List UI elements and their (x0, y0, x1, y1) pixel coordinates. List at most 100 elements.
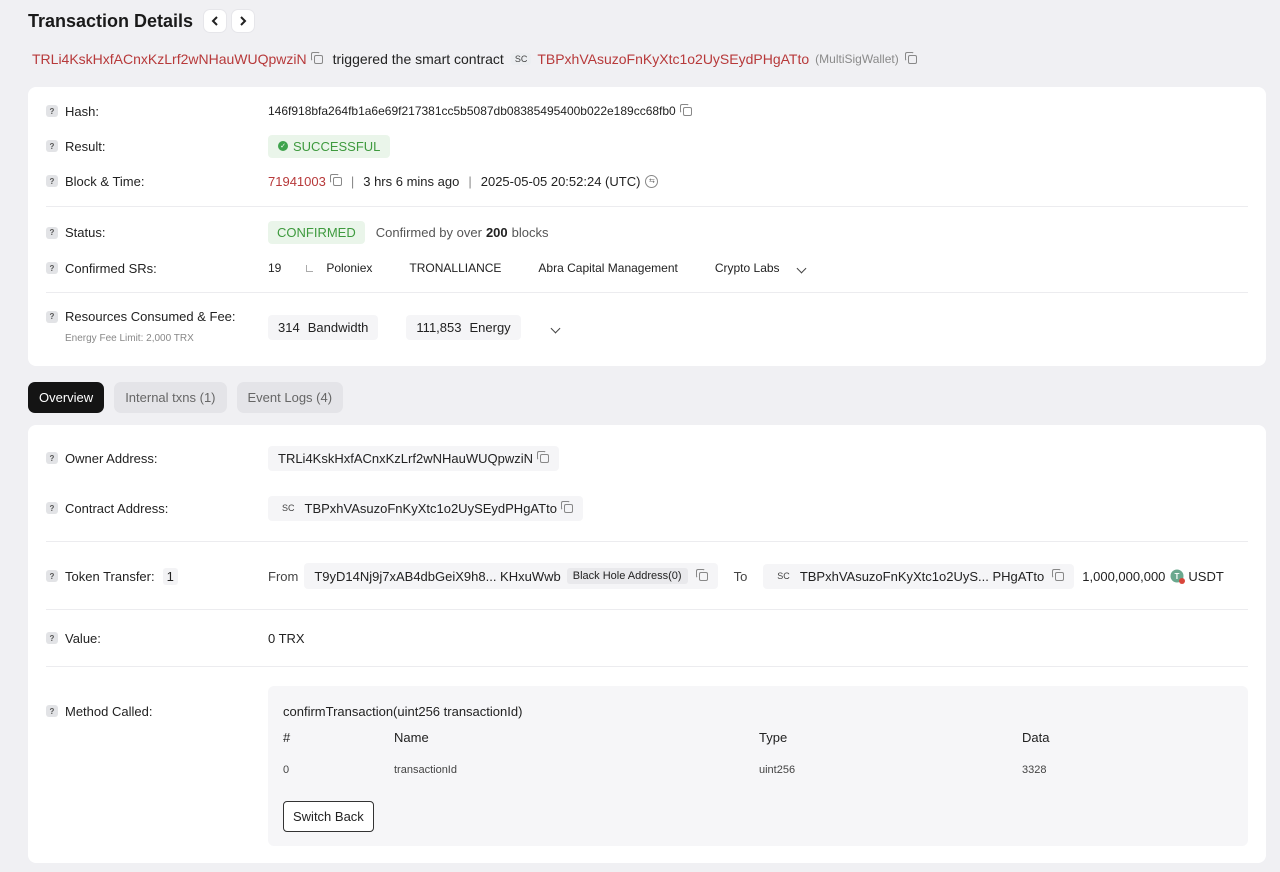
timezone-toggle-icon[interactable]: ⇆ (645, 174, 659, 188)
divider: | (468, 173, 472, 189)
help-icon[interactable]: ? (46, 502, 58, 514)
help-icon[interactable]: ? (46, 452, 58, 464)
transfer-amount: 1,000,000,000 (1082, 568, 1166, 584)
help-icon[interactable]: ? (46, 140, 58, 152)
copy-icon[interactable] (310, 51, 323, 64)
tab-internal-txns[interactable]: Internal txns (1) (114, 382, 227, 413)
copy-icon[interactable] (695, 568, 708, 581)
chevron-down-icon (796, 263, 806, 274)
chevron-down-icon (550, 323, 561, 334)
tab-event-logs[interactable]: Event Logs (4) (236, 382, 344, 413)
copy-icon[interactable] (329, 173, 342, 186)
help-icon[interactable]: ? (46, 570, 58, 582)
divider (46, 541, 1248, 542)
tab-overview[interactable]: Overview (28, 382, 105, 413)
black-hole-tag: Black Hole Address(0) (566, 568, 688, 584)
result-row: ? Result: ✓ SUCCESSFUL (46, 134, 1248, 158)
to-address-value[interactable]: TBPxhVAsuzoFnKyXtc1o2UyS... PHgATto (800, 569, 1044, 584)
contract-address-value[interactable]: TBPxhVAsuzoFnKyXtc1o2UySEydPHgATto (305, 501, 557, 516)
status-row: ? Status: CONFIRMED Confirmed by over 200… (46, 221, 1248, 244)
copy-icon[interactable] (537, 450, 549, 463)
copy-icon[interactable] (560, 500, 573, 513)
next-transaction-button[interactable] (232, 10, 255, 32)
help-icon[interactable]: ? (46, 632, 58, 644)
copy-icon[interactable] (904, 51, 917, 64)
smart-contract-tag: SC (510, 53, 532, 65)
overview-card: ? Owner Address: TRLi4KskHxfACnxKzLrf2wNH… (28, 425, 1266, 863)
help-icon[interactable]: ? (46, 175, 58, 187)
from-address-chip: T9yD14Nj9j7xAB4dbGeiX9h8... KHxuWwb Blac… (304, 563, 718, 589)
sr-name[interactable]: Poloniex (326, 261, 372, 275)
help-icon[interactable]: ? (46, 262, 58, 274)
resources-row: ? Resources Consumed & Fee: Energy Fee Li… (46, 309, 1248, 345)
transaction-details-page: Transaction Details TRLi4KskHxfACnxKzLrf… (0, 0, 1280, 872)
token-transfer-label: Token Transfer: (65, 568, 155, 584)
token-symbol[interactable]: USDT (1188, 569, 1223, 584)
action-text: triggered the smart contract (332, 51, 504, 67)
energy-chip: 111,853 Energy (406, 315, 521, 340)
divider (46, 292, 1248, 293)
token-transfer-row: ? Token Transfer: 1 From T9yD14Nj9j7xAB4db… (46, 561, 1248, 591)
method-called-label: Method Called: (65, 703, 153, 719)
divider: | (350, 173, 355, 189)
contract-name: (MultiSigWallet) (815, 52, 899, 66)
to-address-chip: SC TBPxhVAsuzoFnKyXtc1o2UyS... PHgATto (763, 563, 1075, 589)
bandwidth-label: Bandwidth (307, 320, 369, 335)
hash-row: ? Hash: 146f918bfa264fb1a6e69f217381cc5b5… (46, 103, 1248, 119)
detail-tabs: Overview Internal txns (1) Event Logs (4… (28, 382, 344, 413)
chevron-left-icon (211, 16, 218, 26)
copy-icon[interactable] (1052, 568, 1065, 581)
owner-address-value[interactable]: TRLi4KskHxfACnxKzLrf2wNHauWUQpwziN (278, 451, 533, 466)
switch-back-button[interactable]: Switch Back (283, 801, 374, 832)
summary-card: ? Hash: 146f918bfa264fb1a6e69f217381cc5b5… (28, 87, 1266, 366)
method-called-panel: confirmTransaction(uint256 transactionId… (268, 686, 1248, 846)
help-icon[interactable]: ? (46, 705, 58, 717)
hash-label: Hash: (65, 103, 99, 119)
confirmed-prefix: Confirmed by over (375, 225, 482, 240)
owner-address-chip: TRLi4KskHxfACnxKzLrf2wNHauWUQpwziN (268, 445, 559, 471)
block-number-link[interactable]: 71941003 (268, 174, 326, 189)
contract-address-link[interactable]: TBPxhVAsuzoFnKyXtc1o2UySEydPHgATto (537, 51, 809, 67)
resources-label: Resources Consumed & Fee: (65, 309, 236, 324)
from-address-value[interactable]: T9yD14Nj9j7xAB4dbGeiX9h8... KHxuWwb (314, 569, 560, 584)
transaction-summary-line: TRLi4KskHxfACnxKzLrf2wNHauWUQpwziN trigg… (32, 49, 917, 69)
previous-transaction-button[interactable] (204, 10, 227, 32)
value-amount: 0 TRX (268, 630, 305, 646)
bandwidth-chip: 314 Bandwidth (268, 315, 379, 340)
block-time-row: ? Block & Time: 71941003 | 3 hrs 6 mins a… (46, 173, 1248, 189)
sr-name[interactable]: Abra Capital Management (538, 261, 677, 275)
svg-text:T: T (1175, 572, 1180, 581)
energy-label: Energy (469, 320, 511, 335)
param-data: 3328 (1022, 764, 1047, 776)
param-type: uint256 (759, 764, 796, 776)
smart-contract-tag: SC (282, 503, 295, 513)
sr-name[interactable]: TRONALLIANCE (409, 261, 501, 275)
owner-address-row: ? Owner Address: TRLi4KskHxfACnxKzLrf2wNH… (46, 443, 1248, 473)
owner-address-label: Owner Address: (65, 450, 158, 466)
result-badge: ✓ SUCCESSFUL (268, 134, 391, 158)
owner-address-link[interactable]: TRLi4KskHxfACnxKzLrf2wNHauWUQpwziN (32, 51, 307, 67)
help-icon[interactable]: ? (46, 105, 58, 117)
help-icon[interactable]: ? (46, 226, 58, 239)
hash-value: 146f918bfa264fb1a6e69f217381cc5b5087db08… (268, 104, 676, 118)
status-label: Status: (65, 225, 106, 240)
check-circle-icon: ✓ (278, 141, 288, 151)
column-header-type: Type (759, 730, 788, 745)
help-icon[interactable]: ? (46, 310, 58, 323)
block-time-label: Block & Time: (65, 173, 145, 189)
energy-value: 111,853 (416, 320, 462, 335)
energy-fee-limit: Energy Fee Limit: 2,000 TRX (65, 333, 194, 344)
expand-srs-button[interactable] (796, 261, 806, 275)
column-header-data: Data (1022, 730, 1050, 745)
confirmed-srs-row: ? Confirmed SRs: 19 Poloniex TRONALLIANCE… (46, 260, 1248, 276)
column-header-index: # (283, 730, 291, 745)
expand-resources-button[interactable] (550, 320, 561, 335)
method-signature: confirmTransaction(uint256 transactionId… (283, 704, 523, 719)
chevron-right-icon (240, 16, 247, 26)
copy-icon[interactable] (679, 103, 692, 116)
sr-name[interactable]: Crypto Labs (715, 261, 780, 275)
result-label: Result: (65, 138, 106, 154)
token-transfer-count: 1 (162, 567, 178, 585)
usdt-token-icon: T (1170, 569, 1186, 584)
contract-address-row: ? Contract Address: SC TBPxhVAsuzoFnKyXtc1… (46, 493, 1248, 523)
